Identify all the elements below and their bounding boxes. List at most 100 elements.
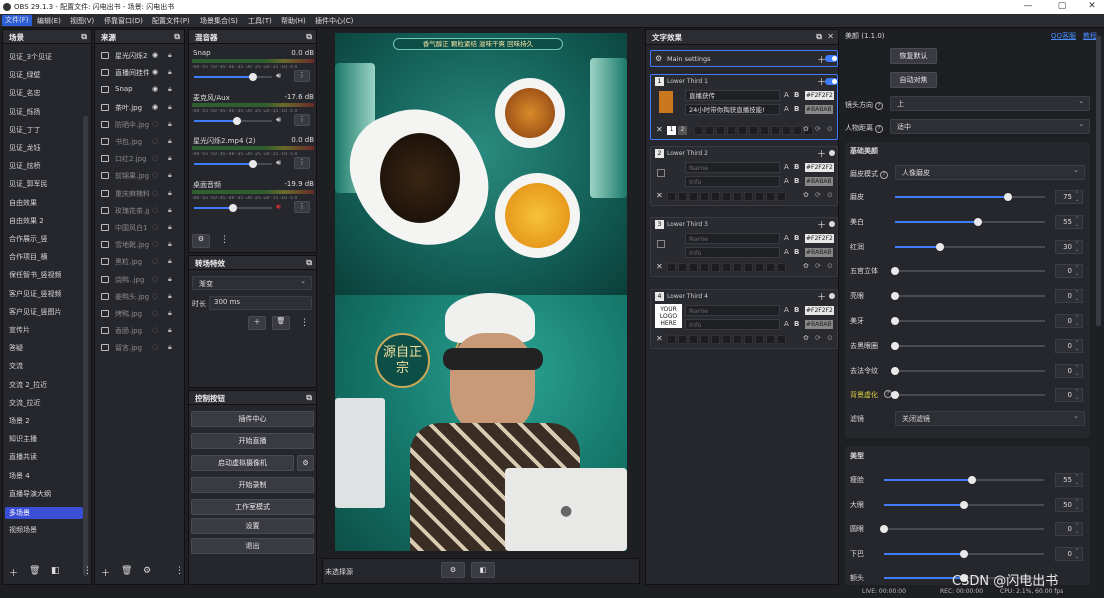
hotkey-slot[interactable] (700, 191, 709, 201)
beauty-slider[interactable] (891, 391, 1045, 400)
settings-button[interactable]: 设置 (191, 518, 314, 534)
settings-icon[interactable]: ⊙ (827, 262, 833, 270)
volume-slider[interactable] (194, 160, 272, 168)
hotkey-slot[interactable] (722, 334, 731, 344)
hotkey-slot[interactable] (716, 126, 725, 135)
mixer-settings-icon[interactable]: ⚙ (192, 234, 210, 248)
eye-off-icon[interactable]: ◌ (152, 275, 158, 283)
source-filters-icon[interactable]: ◧ (471, 562, 495, 578)
plugin-center-button[interactable]: 插件中心 (191, 411, 314, 427)
hotkey-slot[interactable] (689, 334, 698, 344)
eye-off-icon[interactable]: ◌ (152, 189, 158, 197)
eye-off-icon[interactable]: ◌ (152, 326, 158, 334)
lock-icon[interactable]: 🔒︎ (168, 154, 172, 163)
add-scene-icon[interactable]: ＋ (9, 566, 18, 579)
font-icon[interactable]: A (784, 163, 789, 171)
color-1[interactable]: #F2F2F2 (805, 305, 834, 315)
lock-icon[interactable]: 🔒︎ (168, 240, 172, 249)
beauty-value-spinner[interactable]: 0 (1055, 289, 1083, 304)
scene-item[interactable]: 见证_烁扬 (9, 107, 41, 117)
source-item[interactable]: 前锦果.jpg (115, 171, 149, 181)
bold-icon[interactable]: B (794, 234, 799, 242)
menu-help[interactable]: 帮助(H) (281, 16, 306, 26)
animation-icon[interactable]: ✿ (803, 334, 809, 342)
beauty-slider[interactable] (891, 341, 1045, 350)
beauty-slider[interactable] (895, 193, 1045, 201)
eye-off-icon[interactable]: ◌ (152, 257, 158, 265)
scene-item[interactable]: 合作展示_竖 (9, 234, 48, 244)
hotkey-slot[interactable] (733, 334, 742, 344)
color-2[interactable]: #BABAB (805, 105, 833, 114)
hotkey-slot[interactable] (738, 126, 747, 135)
eye-icon[interactable]: ◉ (152, 68, 158, 76)
scene-item[interactable]: 场景 4 (9, 471, 30, 481)
hotkey-slot[interactable] (777, 263, 786, 272)
reshape-value-spinner[interactable]: 50 (1055, 497, 1083, 512)
menu-tools[interactable]: 工具(T) (248, 16, 272, 26)
eye-off-icon[interactable]: ◌ (152, 223, 158, 231)
lower-third-toggle[interactable] (829, 149, 835, 156)
eye-off-icon[interactable]: ◌ (152, 137, 158, 145)
person-distance-select[interactable]: 适中 (890, 119, 1090, 134)
bold-icon[interactable]: B (794, 163, 799, 171)
scene-item[interactable]: 见证_绿壁 (9, 70, 41, 80)
gear-icon[interactable]: ⚙ (143, 566, 151, 576)
hotkey-slot[interactable] (760, 126, 769, 135)
menu-view[interactable]: 视图(V) (70, 16, 94, 26)
close-icon[interactable]: ✕ (656, 262, 663, 271)
lock-icon[interactable]: 🔒︎ (168, 120, 172, 129)
beauty-slider[interactable] (891, 317, 1045, 325)
lock-icon[interactable]: 🔒︎ (168, 189, 172, 198)
lower-third-toggle[interactable] (825, 78, 838, 85)
hotkey-slot[interactable] (766, 263, 775, 272)
hotkey-slot[interactable] (771, 126, 780, 135)
hotkey-slot[interactable] (733, 263, 742, 272)
hotkey-slot[interactable] (678, 191, 687, 201)
reshape-slider[interactable] (884, 500, 1044, 509)
scene-item[interactable]: 见证_名忠 (9, 88, 41, 98)
more-icon[interactable]: ⋮ (294, 157, 310, 169)
virtual-camera-settings-icon[interactable]: ⚙ (297, 455, 314, 471)
lock-icon[interactable]: 🔒︎ (168, 292, 172, 301)
lock-icon[interactable]: 🔒︎ (168, 137, 172, 146)
refresh-icon[interactable]: ⟳ (815, 125, 821, 133)
eye-off-icon[interactable]: ◌ (152, 171, 158, 179)
eye-off-icon[interactable]: ◌ (152, 206, 158, 214)
bold-icon[interactable]: B (794, 177, 799, 185)
scene-item[interactable]: 保任智书_竖视频 (9, 270, 62, 280)
settings-icon[interactable]: ⊙ (827, 125, 833, 133)
add-transition-icon[interactable]: ＋ (248, 316, 266, 330)
source-item[interactable]: 茶叶.jpg (115, 103, 149, 113)
reshape-slider[interactable] (880, 525, 1044, 534)
source-item[interactable]: 书包.jpg (115, 137, 149, 147)
eye-off-icon[interactable]: ◌ (152, 240, 158, 248)
hotkey-slot[interactable] (694, 126, 703, 135)
speaker-icon[interactable]: 🔊︎ (276, 115, 281, 125)
beauty-scrollbar[interactable] (1096, 36, 1101, 326)
start-virtual-camera-button[interactable]: 启动虚拟摄像机 (191, 455, 294, 471)
lower-third-toggle[interactable] (829, 292, 835, 299)
source-item[interactable]: Snap (115, 85, 149, 93)
menu-plugin-center[interactable]: 插件中心(C) (315, 16, 353, 26)
lock-icon[interactable]: 🔒︎ (168, 257, 172, 266)
add-source-icon[interactable]: ＋ (101, 566, 110, 579)
trash-icon[interactable]: 🗑 (272, 316, 290, 330)
bold-icon[interactable]: B (794, 105, 799, 113)
color-1[interactable]: #F2F2F2 (805, 91, 834, 100)
source-item[interactable]: 口红2.jpg (115, 154, 149, 164)
lock-icon[interactable]: 🔒︎ (168, 103, 172, 112)
hotkey-slot[interactable] (711, 334, 720, 344)
beauty-value-spinner[interactable]: 0 (1055, 388, 1083, 403)
source-properties-icon[interactable]: ⚙ (441, 562, 465, 578)
scene-item[interactable]: 见证_丁丁 (9, 125, 41, 135)
start-recording-button[interactable]: 开始录制 (191, 477, 314, 493)
font-icon[interactable]: A (784, 177, 789, 185)
scene-item[interactable]: 宣传片 (9, 325, 30, 335)
studio-mode-button[interactable]: 工作室模式 (191, 499, 314, 515)
scene-item[interactable]: 知识主播 (9, 434, 37, 444)
scene-item[interactable]: 自由效果 2 (9, 216, 44, 226)
lock-icon[interactable]: 🔒︎ (168, 171, 172, 180)
eye-icon[interactable]: ◉ (152, 85, 158, 93)
close-icon[interactable]: ✕ (827, 32, 834, 41)
scene-item[interactable]: 多场景 (5, 507, 83, 519)
